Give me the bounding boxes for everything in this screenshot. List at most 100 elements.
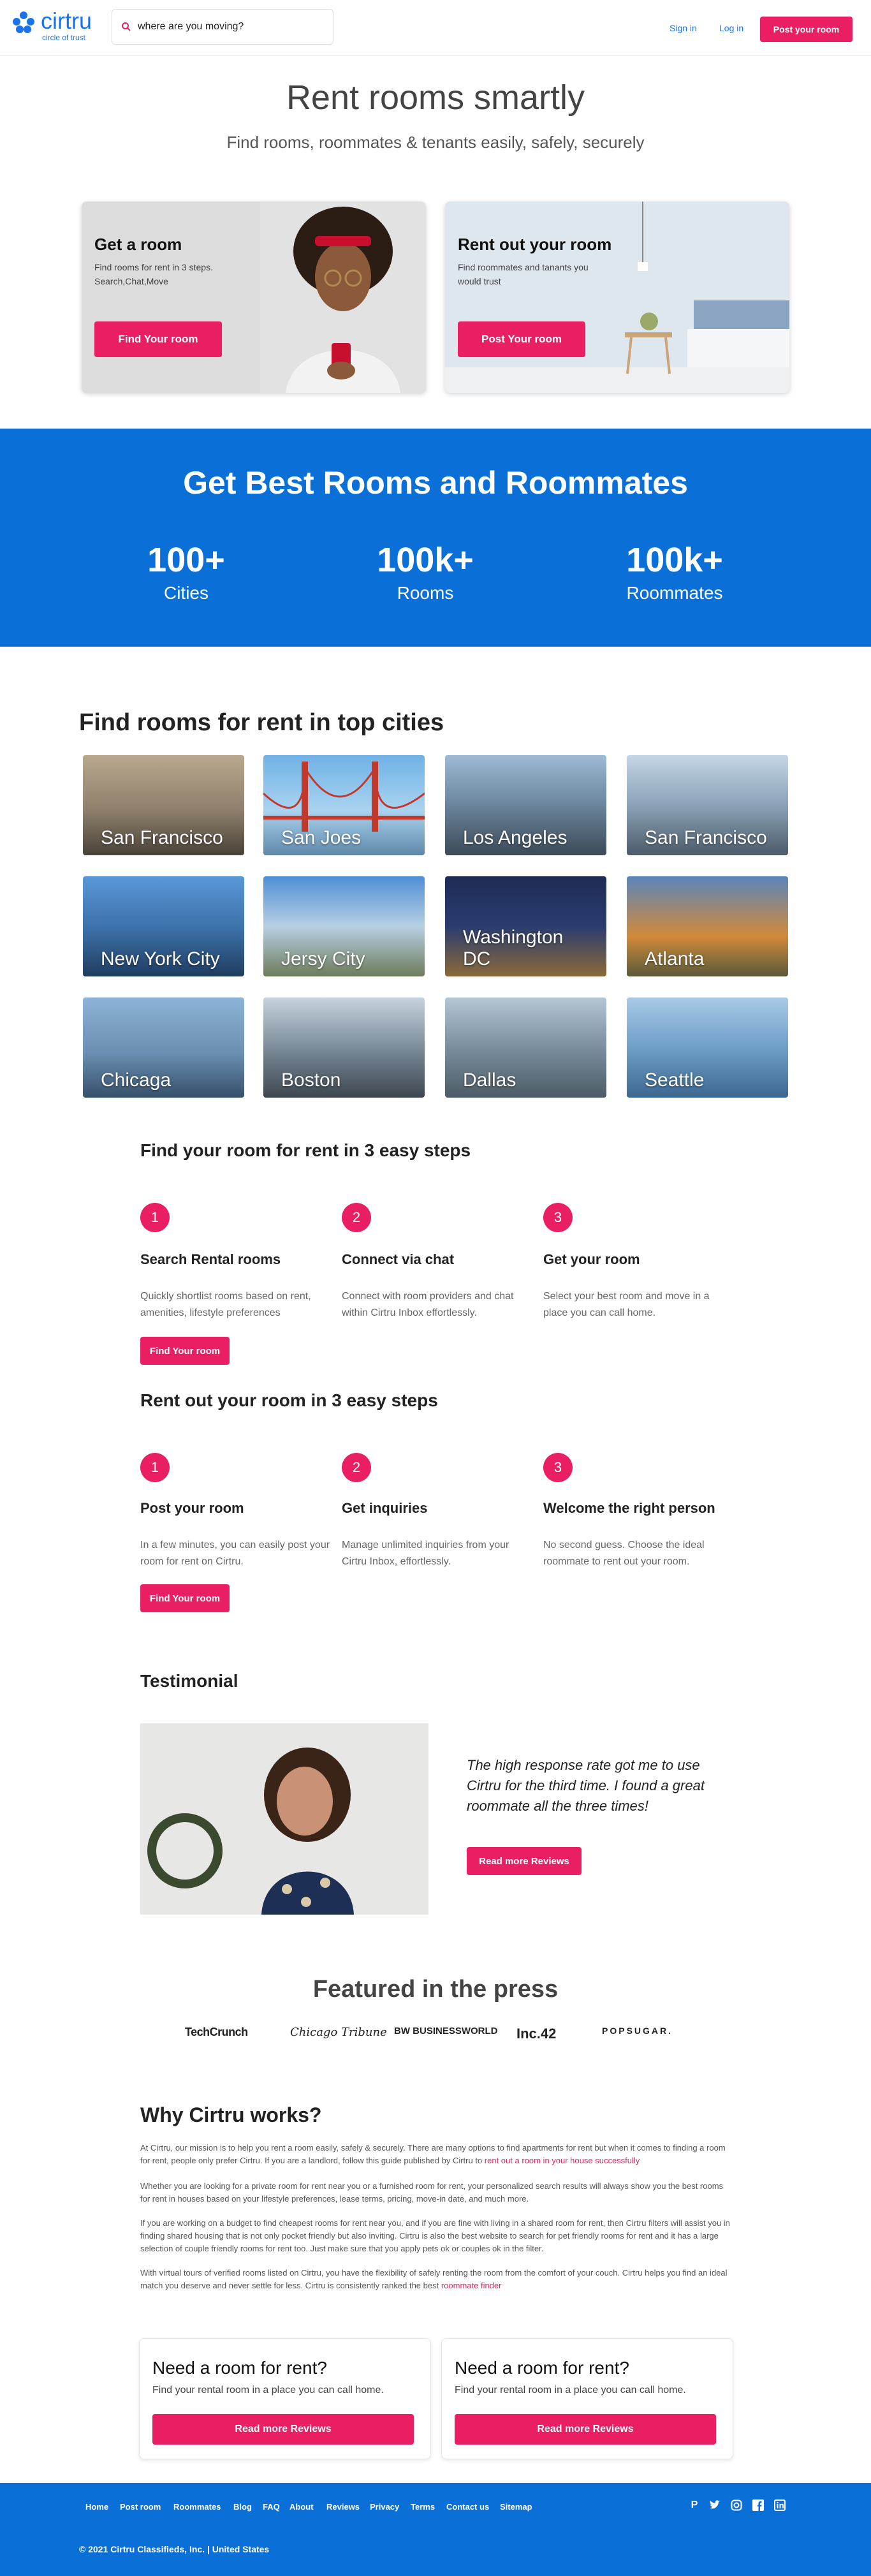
rent-steps-title: Rent out your room in 3 easy steps <box>140 1390 438 1410</box>
press-logo-chicago-tribune: Chicago Tribune <box>290 2026 387 2039</box>
city-tile[interactable]: Seattle <box>627 997 788 1098</box>
stat-cities: 100+ Cities <box>110 541 263 603</box>
step-number: 2 <box>342 1203 371 1232</box>
footer-link-post-room[interactable]: Post room <box>120 2502 161 2512</box>
copyright: © 2021 Cirtru Classifieds, Inc. | United… <box>79 2544 270 2554</box>
stat-label: Rooms <box>397 583 454 603</box>
stat-rooms: 100k+ Rooms <box>349 541 502 603</box>
find-room-steps-button[interactable]: Find Your room <box>140 1337 230 1365</box>
bedroom-image <box>445 202 789 393</box>
step-desc: Quickly shortlist rooms based on rent, a… <box>140 1291 311 1318</box>
city-tile[interactable]: Atlanta <box>627 876 788 976</box>
cta-reviews-button[interactable]: Read more Reviews <box>152 2414 414 2445</box>
twitter-icon[interactable] <box>709 2499 721 2511</box>
page-subtitle: Find rooms, roommates & tenants easily, … <box>226 133 645 152</box>
why-title: Why Cirtru works? <box>140 2103 322 2126</box>
press-logo-techcrunch: TechCrunch <box>185 2026 248 2038</box>
why-paragraph-2: Whether you are looking for a private ro… <box>140 2181 724 2204</box>
read-reviews-button[interactable]: Read more Reviews <box>467 1847 582 1875</box>
testimonial-title: Testimonial <box>140 1671 238 1691</box>
stat-label: Roommates <box>626 583 723 603</box>
stats-title: Get Best Rooms and Roommates <box>183 465 688 501</box>
city-name: Boston <box>281 1070 341 1091</box>
logo[interactable]: cirtru circle of trust <box>10 9 92 42</box>
city-name: Jersy City <box>281 948 365 969</box>
search-input[interactable]: where are you moving? <box>112 9 333 45</box>
stat-number: 100k+ <box>377 541 474 579</box>
footer-link-roommates[interactable]: Roommates <box>173 2502 221 2512</box>
stat-roommates: 100k+ Roommates <box>598 541 751 603</box>
roommate-finder-link[interactable]: roommate finder <box>441 2281 502 2290</box>
facebook-icon[interactable] <box>752 2499 764 2511</box>
city-name: Dallas <box>463 1070 516 1091</box>
footer-link-blog[interactable]: Blog <box>233 2502 252 2512</box>
city-tile[interactable]: San Francisco <box>83 755 244 855</box>
rent-room-title: Rent out your room <box>458 235 612 254</box>
stat-number: 100+ <box>147 541 225 579</box>
step-number: 3 <box>543 1453 573 1482</box>
city-tile[interactable]: Dallas <box>445 997 606 1098</box>
step-title: Connect via chat <box>342 1251 455 1267</box>
signin-link[interactable]: Sign in <box>670 23 697 33</box>
step-title: Get your room <box>543 1251 640 1267</box>
city-tile[interactable]: Washington DC <box>445 876 606 976</box>
city-tile[interactable]: San Joes <box>263 755 425 855</box>
city-name: New York City <box>101 948 220 969</box>
why-paragraph-4: With virtual tours of verified rooms lis… <box>140 2268 728 2290</box>
cta-desc: Find your rental room in a place you can… <box>152 2385 384 2396</box>
footer-link-privacy[interactable]: Privacy <box>370 2502 399 2512</box>
footer-link-home[interactable]: Home <box>85 2502 108 2512</box>
cta-title: Need a room for rent? <box>152 2358 327 2378</box>
city-tile[interactable]: San Francisco <box>627 755 788 855</box>
step-title: Search Rental rooms <box>140 1251 281 1267</box>
stats-section: Get Best Rooms and Roommates 100+ Cities… <box>0 429 871 647</box>
footer-link-about[interactable]: About <box>289 2502 314 2512</box>
step-title: Welcome the right person <box>543 1500 715 1516</box>
step-number: 1 <box>140 1203 170 1232</box>
cta-reviews-button[interactable]: Read more Reviews <box>455 2414 716 2445</box>
press-logo-popsugar: POPSUGAR. <box>602 2026 673 2036</box>
city-name: San Joes <box>281 827 362 848</box>
footer-link-reviews[interactable]: Reviews <box>326 2502 360 2512</box>
footer-link-sitemap[interactable]: Sitemap <box>500 2502 532 2512</box>
cta-card: Need a room for rent? Find your rental r… <box>139 2338 431 2459</box>
find-room-button[interactable]: Find Your room <box>94 321 222 357</box>
rent-room-steps-button[interactable]: Find Your room <box>140 1584 230 1612</box>
city-tile[interactable]: Los Angeles <box>445 755 606 855</box>
city-tile[interactable]: Chicaga <box>83 997 244 1098</box>
step-title: Get inquiries <box>342 1500 428 1516</box>
step-number: 2 <box>342 1453 371 1482</box>
footer-link-terms[interactable]: Terms <box>411 2502 435 2512</box>
rent-room-card: Rent out your room Find roommates and ta… <box>445 202 789 393</box>
search-placeholder: where are you moving? <box>138 21 244 32</box>
post-room-card-button[interactable]: Post Your room <box>458 321 585 357</box>
cta-desc: Find your rental room in a place you can… <box>455 2385 686 2396</box>
step-desc: In a few minutes, you can easily post yo… <box>140 1540 330 1567</box>
footer-link-contact[interactable]: Contact us <box>446 2502 489 2512</box>
pinterest-icon[interactable]: P <box>689 2499 700 2511</box>
why-paragraph-1: At Cirtru, our mission is to help you re… <box>140 2143 726 2165</box>
stat-number: 100k+ <box>626 541 723 579</box>
city-name: Los Angeles <box>463 827 567 848</box>
footer-link-faq[interactable]: FAQ <box>263 2502 280 2512</box>
get-room-title: Get a room <box>94 235 182 254</box>
post-room-button[interactable]: Post your room <box>760 17 853 42</box>
cities-title: Find rooms for rent in top cities <box>79 709 444 736</box>
instagram-icon[interactable] <box>731 2499 742 2511</box>
press-title: Featured in the press <box>312 1976 559 2003</box>
footer: Home Post room Roommates Blog FAQ About … <box>0 2483 871 2576</box>
step-desc: No second guess. Choose the ideal roomma… <box>543 1540 705 1567</box>
city-tile[interactable]: Jersy City <box>263 876 425 976</box>
city-name: Atlanta <box>645 948 705 969</box>
step-desc: Connect with room providers and chat wit… <box>342 1291 514 1318</box>
linkedin-icon[interactable] <box>774 2499 786 2511</box>
city-tile[interactable]: New York City <box>83 876 244 976</box>
rent-out-room-link[interactable]: rent out a room in your house successful… <box>485 2156 640 2165</box>
page-title: Rent rooms smartly <box>286 78 585 117</box>
step-number: 3 <box>543 1203 573 1232</box>
cta-title: Need a room for rent? <box>455 2358 629 2378</box>
login-link[interactable]: Log in <box>719 23 743 33</box>
city-tile[interactable]: Boston <box>263 997 425 1098</box>
step-title: Post your room <box>140 1500 244 1516</box>
top-header: cirtru circle of trust where are you mov… <box>0 0 871 56</box>
